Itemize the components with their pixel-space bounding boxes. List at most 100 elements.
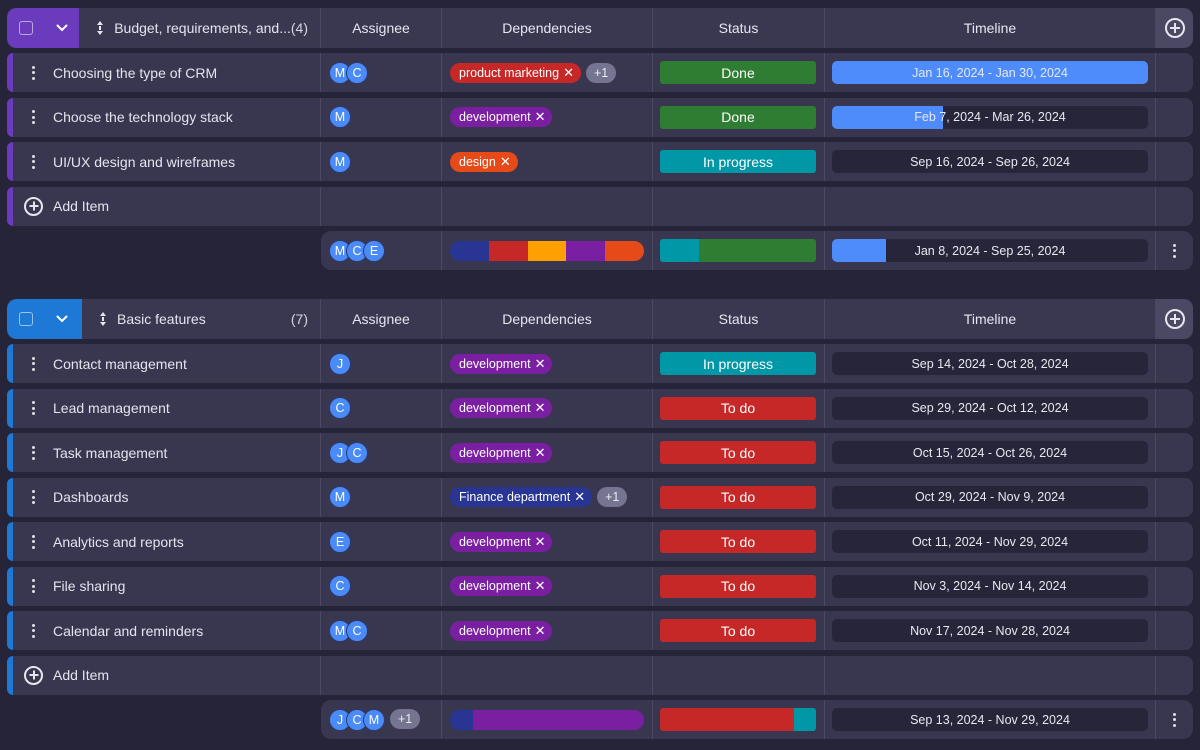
add-column-icon[interactable]	[1164, 18, 1185, 38]
avatar[interactable]: C	[346, 619, 368, 642]
item-menu-icon[interactable]	[27, 445, 39, 460]
dependencies-cell[interactable]: development ✕	[442, 388, 653, 428]
remove-tag-icon[interactable]: ✕	[535, 400, 546, 416]
timeline-bar[interactable]: Sep 16, 2024 - Sep 26, 2024	[832, 150, 1148, 173]
remove-tag-icon[interactable]: ✕	[535, 534, 546, 550]
plus-circle-icon[interactable]	[24, 665, 43, 685]
column-header-status[interactable]: Status	[653, 8, 825, 48]
avatar[interactable]: J	[329, 352, 351, 375]
avatar[interactable]: M	[329, 150, 351, 173]
task-row[interactable]: Choose the technology stack M developmen…	[7, 97, 1193, 137]
status-badge[interactable]: To do	[660, 574, 816, 598]
plus-circle-icon[interactable]	[24, 196, 43, 216]
assignee-avatars[interactable]: M	[329, 486, 351, 508]
remove-tag-icon[interactable]: ✕	[574, 489, 585, 505]
avatar[interactable]: M	[329, 106, 351, 128]
timeline-bar[interactable]: Sep 29, 2024 - Oct 12, 2024	[832, 396, 1148, 420]
timeline-bar[interactable]: Feb 7, 2024 - Mar 26, 2024	[832, 105, 1148, 129]
assignee-avatars[interactable]: C	[329, 575, 351, 597]
column-header-assignee[interactable]: Assignee	[321, 299, 442, 339]
task-row[interactable]: Calendar and reminders MC development ✕ T…	[7, 611, 1193, 650]
task-row[interactable]: Analytics and reports E development ✕ To …	[7, 522, 1193, 561]
remove-tag-icon[interactable]: ✕	[535, 109, 546, 125]
dependencies-cell[interactable]: development ✕	[442, 566, 653, 606]
task-row[interactable]: UI/UX design and wireframes M design ✕ In…	[7, 142, 1193, 181]
assignee-avatars[interactable]: MC	[329, 619, 368, 642]
task-row[interactable]: File sharing C development ✕ To do Nov 3,…	[7, 566, 1193, 606]
assignee-avatars[interactable]: JC	[329, 441, 368, 464]
task-row[interactable]: Contact management J development ✕ In pro…	[7, 344, 1193, 383]
group-select-checkbox[interactable]	[19, 21, 33, 35]
dependencies-cell[interactable]: Finance department ✕ +1	[442, 477, 653, 517]
avatar[interactable]: M	[329, 486, 351, 508]
add-item-row[interactable]: Add Item	[7, 655, 1193, 695]
assignee-avatars[interactable]: J	[329, 352, 351, 375]
status-badge[interactable]: To do	[660, 441, 816, 464]
item-menu-icon[interactable]	[27, 579, 39, 593]
status-badge[interactable]: To do	[660, 530, 816, 553]
dependency-tag[interactable]: development ✕	[450, 576, 553, 596]
dependency-tag[interactable]: development ✕	[450, 531, 553, 552]
group-color-handle[interactable]	[7, 8, 80, 48]
timeline-bar[interactable]: Oct 15, 2024 - Oct 26, 2024	[832, 441, 1148, 464]
add-column-icon[interactable]	[1164, 309, 1185, 329]
dependencies-cell[interactable]: development ✕	[442, 433, 653, 472]
column-header-timeline[interactable]: Timeline	[825, 299, 1156, 339]
avatar[interactable]: C	[329, 397, 351, 419]
task-name[interactable]: Choose the technology stack	[53, 109, 233, 125]
timeline-bar[interactable]: Sep 14, 2024 - Oct 28, 2024	[832, 352, 1148, 375]
more-options-icon[interactable]	[1173, 712, 1176, 727]
status-badge[interactable]: To do	[660, 619, 816, 642]
dependency-tag[interactable]: development ✕	[450, 398, 553, 418]
task-name[interactable]: Lead management	[53, 400, 170, 416]
dependency-tag[interactable]: development ✕	[450, 353, 553, 374]
assignee-avatars[interactable]: M	[329, 106, 351, 128]
status-badge[interactable]: Done	[660, 105, 816, 129]
timeline-bar[interactable]: Jan 16, 2024 - Jan 30, 2024	[832, 61, 1148, 84]
task-name[interactable]: Calendar and reminders	[53, 623, 203, 639]
remove-tag-icon[interactable]: ✕	[563, 65, 574, 81]
item-menu-icon[interactable]	[27, 154, 39, 169]
group-title[interactable]: Basic features	[117, 311, 291, 327]
status-badge[interactable]: To do	[660, 396, 816, 420]
more-count-badge[interactable]: +1	[390, 708, 421, 729]
item-menu-icon[interactable]	[27, 623, 39, 638]
task-row[interactable]: Choosing the type of CRM MC product mark…	[7, 53, 1193, 92]
chevron-down-icon[interactable]	[55, 312, 69, 326]
task-name[interactable]: Contact management	[53, 356, 187, 372]
remove-tag-icon[interactable]: ✕	[535, 356, 546, 372]
timeline-bar[interactable]: Oct 29, 2024 - Nov 9, 2024	[832, 485, 1148, 509]
avatar[interactable]: E	[329, 530, 351, 553]
item-menu-icon[interactable]	[27, 534, 39, 549]
dependency-tag[interactable]: development ✕	[450, 107, 553, 127]
item-menu-icon[interactable]	[27, 65, 39, 80]
item-menu-icon[interactable]	[27, 356, 39, 371]
drag-sort-icon[interactable]	[95, 21, 105, 35]
task-name[interactable]: UI/UX design and wireframes	[53, 154, 235, 170]
avatar[interactable]: E	[363, 239, 385, 262]
dependency-tag[interactable]: Finance department ✕	[450, 487, 593, 507]
assignee-avatars[interactable]: C	[329, 397, 351, 419]
column-header-assignee[interactable]: Assignee	[321, 8, 442, 48]
dependency-tag[interactable]: design ✕	[450, 151, 518, 172]
status-badge[interactable]: Done	[660, 61, 816, 84]
assignee-avatars[interactable]: E	[329, 530, 351, 553]
task-name[interactable]: Dashboards	[53, 489, 129, 505]
timeline-bar[interactable]: Nov 3, 2024 - Nov 14, 2024	[832, 574, 1148, 598]
add-item-label[interactable]: Add Item	[53, 198, 109, 214]
dependencies-cell[interactable]: development ✕	[442, 522, 653, 561]
group-color-handle[interactable]	[7, 299, 82, 339]
avatar[interactable]: C	[329, 575, 351, 597]
more-dependencies-badge[interactable]: +1	[597, 487, 628, 507]
dependencies-cell[interactable]: design ✕	[442, 142, 653, 181]
timeline-bar[interactable]: Nov 17, 2024 - Nov 28, 2024	[832, 619, 1148, 642]
dependencies-cell[interactable]: product marketing ✕ +1	[442, 53, 653, 92]
task-name[interactable]: Choosing the type of CRM	[53, 65, 217, 81]
add-item-label[interactable]: Add Item	[53, 667, 109, 683]
status-badge[interactable]: In progress	[660, 352, 816, 375]
status-badge[interactable]: In progress	[660, 150, 816, 173]
dependency-tag[interactable]: development ✕	[450, 442, 553, 463]
task-name[interactable]: Task management	[53, 445, 167, 461]
task-row[interactable]: Dashboards M Finance department ✕ +1 To do…	[7, 477, 1193, 517]
remove-tag-icon[interactable]: ✕	[535, 623, 546, 639]
